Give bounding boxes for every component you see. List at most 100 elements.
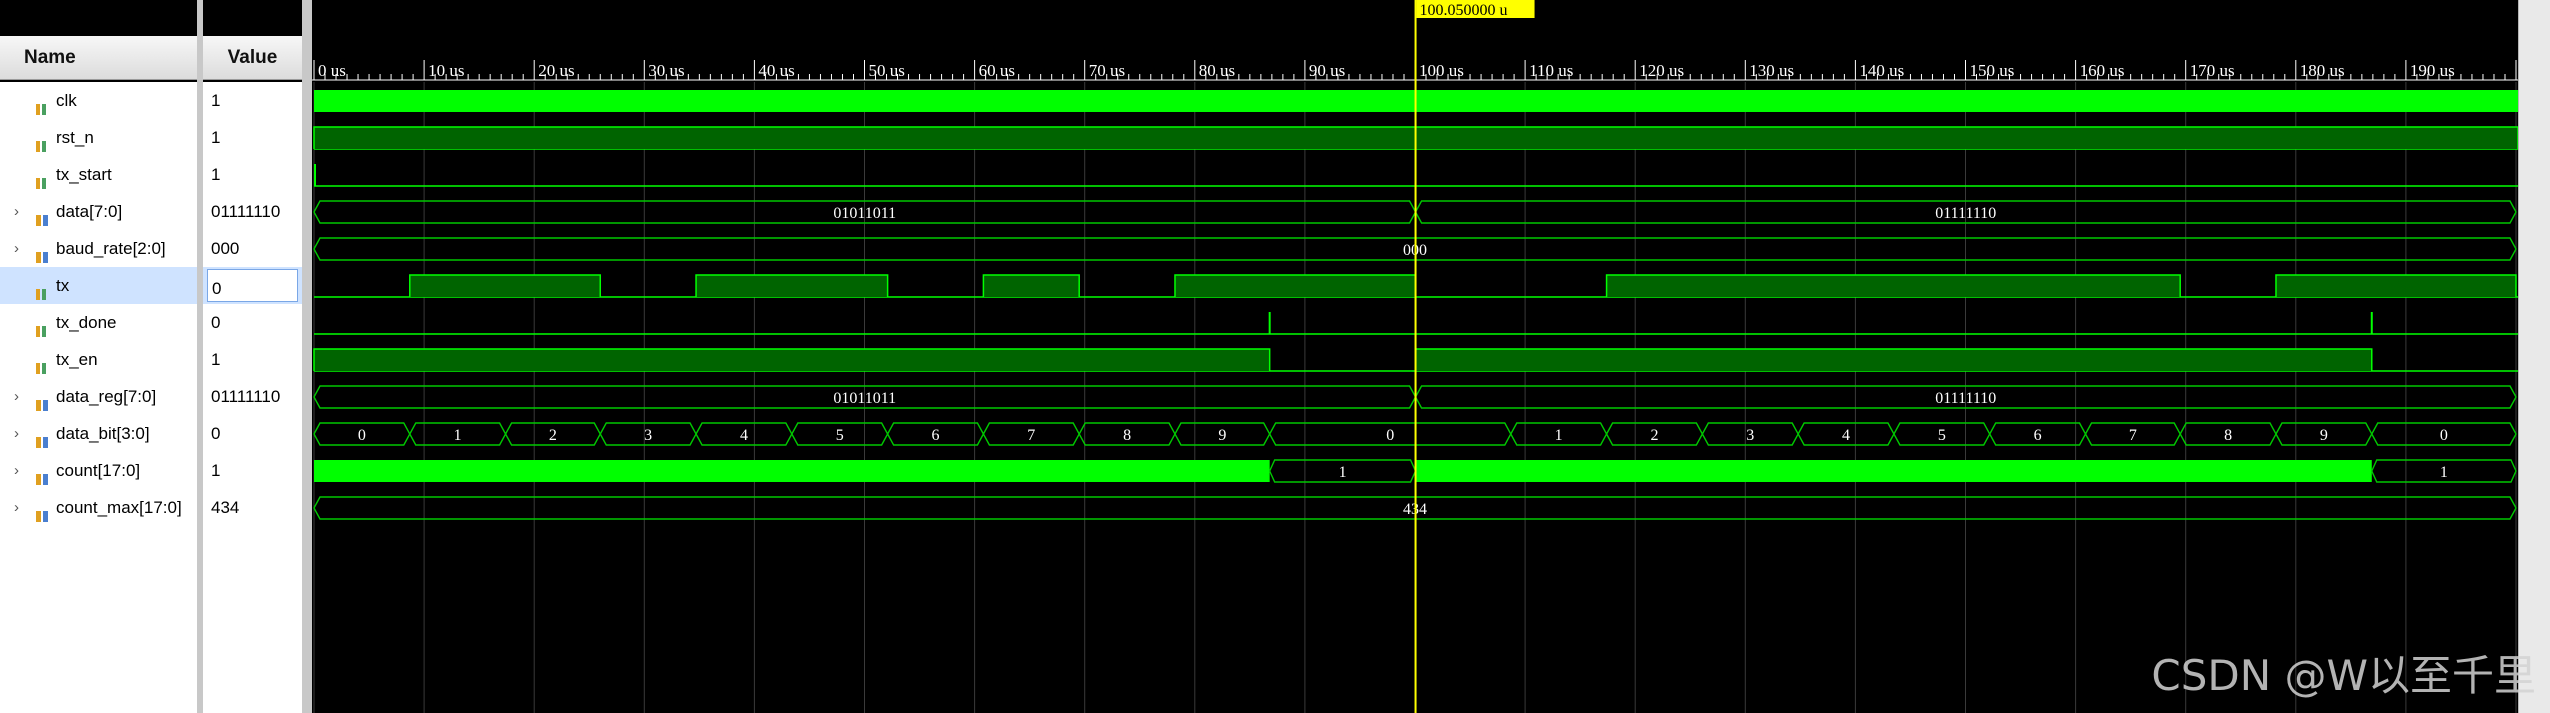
signal-value-text[interactable]: 0 [207, 269, 298, 302]
signal-name: tx [56, 276, 70, 295]
signal-name: count_max[17:0] [56, 498, 182, 517]
wave-data-bit-value-label: 8 [2224, 427, 2232, 444]
signal-value-tx[interactable]: 0 [203, 267, 302, 304]
signal-name: count[17:0] [56, 461, 141, 480]
wave-tx-en-high-fill [314, 349, 1270, 371]
expand-chevron-icon[interactable]: › [14, 452, 26, 489]
signal-value-text: 01111110 [211, 387, 281, 406]
signal-value-text: 0 [211, 313, 221, 332]
name-column-header[interactable]: Name [0, 36, 197, 80]
wave-count-busy-band [1415, 460, 2372, 482]
ruler-label: 190 us [2410, 61, 2455, 80]
wave-tx-high-fill [1174, 275, 1416, 297]
signal-value-data[interactable]: 01111110 [203, 193, 302, 230]
signal-value-tx-en[interactable]: 1 [203, 341, 302, 378]
bus-signal-icon [35, 389, 50, 411]
waveform-canvas[interactable]: 0 us 10 us 20 us 30 us 40 us 50 us 60 us 70 us 8… [312, 0, 2518, 713]
wave-tx-high-fill [696, 275, 888, 297]
signal-row-count-max[interactable]: › count_max[17:0] [0, 489, 197, 526]
wave-data-bit-value-label: 2 [549, 427, 557, 444]
wave-data-bit-value-label: 5 [1938, 427, 1946, 444]
wave-data-bit-value-label: 6 [2034, 427, 2042, 444]
signal-value-data-bit[interactable]: 0 [203, 415, 302, 452]
signal-name-list: clk rst_n tx_start › data[7:0] › baud_rate[2:0… [0, 82, 197, 713]
signal-name: rst_n [56, 128, 94, 147]
ruler-label: 20 us [538, 61, 574, 80]
signal-name: tx_en [56, 350, 98, 369]
signal-value-list: 1 1 1 01111110 000 0 0 1 01111110 0 1 434 [203, 82, 302, 713]
bit-signal-icon [35, 278, 50, 300]
signal-value-text: 1 [211, 461, 221, 480]
wave-tx-high-fill [983, 275, 1080, 297]
vertical-scrollbar[interactable] [2518, 0, 2550, 713]
bit-signal-icon [35, 167, 50, 189]
signal-row-clk[interactable]: clk [0, 82, 197, 119]
bit-signal-icon [35, 352, 50, 374]
ruler-label: 70 us [1089, 61, 1125, 80]
ruler-label: 30 us [648, 61, 684, 80]
signal-value-data-reg[interactable]: 01111110 [203, 378, 302, 415]
signal-name: data_reg[7:0] [56, 387, 157, 406]
expand-chevron-icon[interactable]: › [14, 415, 26, 452]
value-column-header[interactable]: Value [203, 36, 302, 80]
signal-value-text: 0 [211, 424, 221, 443]
bit-signal-icon [35, 130, 50, 152]
ruler-label: 60 us [979, 61, 1015, 80]
signal-row-data-bit[interactable]: › data_bit[3:0] [0, 415, 197, 452]
wave-data-bit-value-label: 5 [836, 427, 844, 444]
signal-value-text: 1 [211, 165, 221, 184]
wave-data-bit-value-label: 0 [358, 427, 366, 444]
signal-value-count[interactable]: 1 [203, 452, 302, 489]
wave-data-bit-value-label: 2 [1650, 427, 1658, 444]
signal-name: data_bit[3:0] [56, 424, 150, 443]
signal-value-count-max[interactable]: 434 [203, 489, 302, 526]
signal-row-tx-en[interactable]: tx_en [0, 341, 197, 378]
bus-signal-icon [35, 500, 50, 522]
signal-row-data[interactable]: › data[7:0] [0, 193, 197, 230]
waveform-viewer: Name clk rst_n tx_start › data[7:0] › baud_rat… [0, 0, 2550, 713]
waveform-plot[interactable]: 0 us 10 us 20 us 30 us 40 us 50 us 60 us 70 us 8… [312, 0, 2518, 713]
ruler-label: 160 us [2080, 61, 2125, 80]
signal-value-text: 1 [211, 350, 221, 369]
expand-chevron-icon[interactable]: › [14, 193, 26, 230]
signal-value-tx-start[interactable]: 1 [203, 156, 302, 193]
ruler-label: 40 us [758, 61, 794, 80]
wave-data-reg-value-label: 01111110 [1935, 390, 1996, 407]
signal-value-rst-n[interactable]: 1 [203, 119, 302, 156]
wave-data-bit-value-label: 7 [2129, 427, 2137, 444]
signal-value-baud-rate[interactable]: 000 [203, 230, 302, 267]
expand-chevron-icon[interactable]: › [14, 378, 26, 415]
ruler-label: 170 us [2190, 61, 2235, 80]
wave-data-bit-value-label: 9 [1218, 427, 1226, 444]
wave-data-bit-value-label: 9 [2320, 427, 2328, 444]
signal-row-tx[interactable]: tx [0, 267, 197, 304]
expand-chevron-icon[interactable]: › [14, 230, 26, 267]
signal-row-count[interactable]: › count[17:0] [0, 452, 197, 489]
signal-row-baud-rate[interactable]: › baud_rate[2:0] [0, 230, 197, 267]
bus-signal-icon [35, 426, 50, 448]
signal-value-clk[interactable]: 1 [203, 82, 302, 119]
bit-signal-icon [35, 315, 50, 337]
ruler-label: 10 us [428, 61, 464, 80]
bus-signal-icon [35, 241, 50, 263]
expand-chevron-icon[interactable]: › [14, 489, 26, 526]
signal-name: tx_start [56, 165, 112, 184]
signal-row-tx-start[interactable]: tx_start [0, 156, 197, 193]
wave-data-bit-value-label: 0 [2440, 427, 2448, 444]
wave-data-bit-value-label: 4 [740, 427, 748, 444]
signal-value-tx-done[interactable]: 0 [203, 304, 302, 341]
wave-data-bit-value-label: 4 [1842, 427, 1850, 444]
wave-tx-high-fill [2275, 275, 2516, 297]
wave-data-reg-value-label: 01011011 [833, 390, 896, 407]
signal-value-text: 1 [211, 128, 221, 147]
signal-row-data-reg[interactable]: › data_reg[7:0] [0, 378, 197, 415]
signal-row-tx-done[interactable]: tx_done [0, 304, 197, 341]
signal-row-rst-n[interactable]: rst_n [0, 119, 197, 156]
watermark: CSDN @W以至千里 [2151, 651, 2536, 700]
ruler-label: 130 us [1749, 61, 1794, 80]
wave-data-value-label: 01111110 [1935, 205, 1996, 222]
wave-count-busy-band [314, 460, 1270, 482]
signal-name: baud_rate[2:0] [56, 239, 166, 258]
waveform-splitter[interactable] [302, 0, 312, 713]
wave-tx-high-fill [409, 275, 601, 297]
